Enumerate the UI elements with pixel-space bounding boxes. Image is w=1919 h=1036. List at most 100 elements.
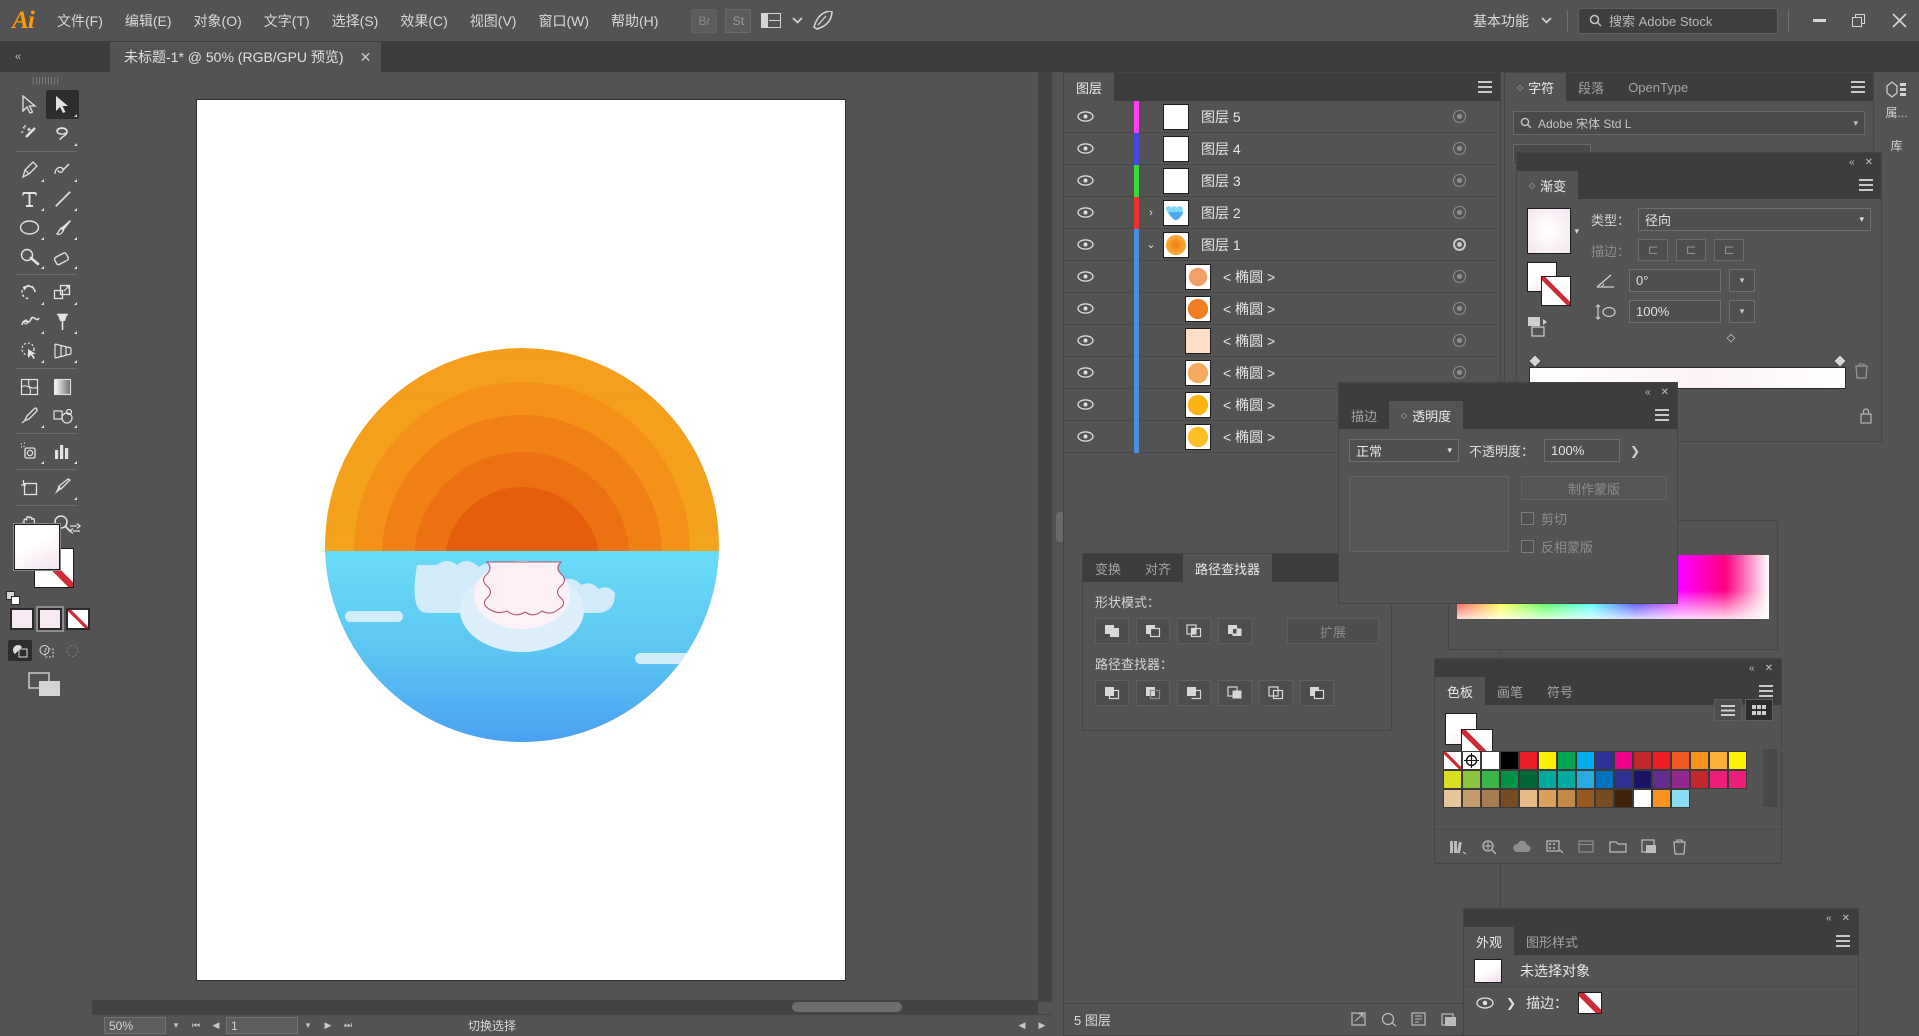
swatch-cell[interactable]: [1481, 751, 1500, 770]
appearance-close-icon[interactable]: ✕: [1842, 913, 1850, 924]
tab-layers[interactable]: 图层: [1064, 73, 1115, 101]
appearance-panel-menu-icon[interactable]: [1836, 935, 1850, 947]
adobe-stock-search[interactable]: 搜索 Adobe Stock: [1578, 7, 1778, 34]
swatch-cell[interactable]: [1652, 751, 1671, 770]
workspace-switcher[interactable]: 基本功能: [1463, 11, 1535, 31]
zoom-chevron-down-icon[interactable]: ▾: [166, 1017, 186, 1034]
layer-visibility-eye-icon[interactable]: [1064, 143, 1106, 154]
create-new-sublayer-icon[interactable]: [1406, 1007, 1432, 1033]
width-tool[interactable]: [13, 307, 46, 336]
layer-target-indicator[interactable]: [1453, 270, 1466, 283]
window-close-button[interactable]: [1879, 0, 1919, 42]
swatch-cell[interactable]: [1709, 751, 1728, 770]
swatches-close-icon[interactable]: ✕: [1765, 663, 1773, 674]
reverse-gradient-icon[interactable]: [1527, 316, 1579, 340]
workspace-chevron-down-icon[interactable]: [1537, 8, 1555, 34]
rotate-tool[interactable]: [13, 278, 46, 307]
shaper-tool[interactable]: [13, 242, 46, 271]
color-mode-gradient-button[interactable]: [38, 608, 62, 630]
last-artboard-button[interactable]: ⏭: [338, 1017, 358, 1034]
status-next-icon[interactable]: ▶: [1032, 1017, 1052, 1034]
layer-name[interactable]: < 椭圆 >: [1223, 331, 1275, 351]
gradient-tool[interactable]: [46, 372, 79, 401]
new-swatch-icon[interactable]: [1641, 839, 1658, 854]
delete-swatch-icon[interactable]: [1672, 838, 1687, 855]
curvature-tool[interactable]: [46, 155, 79, 184]
swatch-cell[interactable]: [1728, 770, 1747, 789]
crop-button[interactable]: [1218, 680, 1252, 706]
swatch-cell[interactable]: [1652, 770, 1671, 789]
stroke-gradient-within-button[interactable]: ⊏: [1638, 239, 1669, 261]
window-restore-button[interactable]: [1839, 0, 1879, 42]
trim-button[interactable]: [1136, 680, 1170, 706]
toolbar-grip[interactable]: |||||||||: [0, 72, 92, 88]
list-view-button[interactable]: [1714, 699, 1742, 721]
color-mode-none-button[interactable]: [66, 608, 90, 630]
gradient-preview-swatch[interactable]: [1527, 208, 1572, 254]
gradient-midpoint-marker[interactable]: ◇: [1591, 331, 1871, 344]
zoom-level-field[interactable]: 50%: [104, 1017, 166, 1034]
table-row[interactable]: 图层 3: [1064, 164, 1500, 197]
appearance-disclosure-icon[interactable]: ❯: [1506, 996, 1516, 1010]
layer-target-indicator[interactable]: [1453, 366, 1466, 379]
swatch-cell[interactable]: [1633, 751, 1652, 770]
selection-tool[interactable]: [13, 90, 46, 119]
layer-target-indicator[interactable]: [1453, 142, 1466, 155]
gradient-aspect-field[interactable]: 100%: [1629, 300, 1721, 323]
swatch-cell[interactable]: [1690, 770, 1709, 789]
symbol-sprayer-tool[interactable]: [13, 437, 46, 466]
rail-properties[interactable]: 属...: [1874, 72, 1919, 129]
delete-gradient-stop-icon[interactable]: [1854, 363, 1869, 379]
divide-button[interactable]: [1095, 680, 1129, 706]
opacity-expand-icon[interactable]: ❯: [1630, 444, 1640, 458]
ellipse-tool[interactable]: [13, 213, 46, 242]
transparency-close-icon[interactable]: ✕: [1661, 387, 1669, 398]
draw-normal-button[interactable]: [8, 640, 32, 661]
layer-name[interactable]: 图层 1: [1201, 235, 1241, 255]
canvas-scroll-thumb[interactable]: [792, 1002, 902, 1012]
swatch-cell[interactable]: [1462, 770, 1481, 789]
arrange-documents-icon[interactable]: [757, 8, 785, 34]
table-row[interactable]: › 图层 2: [1064, 196, 1500, 229]
layer-visibility-eye-icon[interactable]: [1064, 399, 1106, 410]
transparency-collapse-icon[interactable]: «: [1645, 387, 1651, 398]
gradient-aspect-chevron-down-icon[interactable]: ▾: [1729, 300, 1755, 323]
swatches-scrollbar[interactable]: [1763, 749, 1777, 807]
gradient-type-select[interactable]: 径向 ▾: [1638, 208, 1871, 231]
lasso-tool[interactable]: [46, 119, 79, 148]
tab-pathfinder[interactable]: 路径查找器: [1183, 554, 1273, 582]
minus-back-button[interactable]: [1300, 680, 1334, 706]
window-minimize-button[interactable]: [1799, 0, 1839, 42]
merge-button[interactable]: [1177, 680, 1211, 706]
color-group-icon[interactable]: [1481, 839, 1498, 855]
swatch-cell[interactable]: [1633, 789, 1652, 808]
menu-select[interactable]: 选择(S): [321, 0, 390, 42]
eraser-tool[interactable]: [46, 242, 79, 271]
table-row[interactable]: 图层 5: [1064, 100, 1500, 133]
invert-mask-checkbox[interactable]: [1521, 540, 1534, 553]
slice-tool[interactable]: [46, 473, 79, 502]
swatch-cell[interactable]: [1557, 770, 1576, 789]
direct-selection-tool[interactable]: [46, 90, 79, 119]
transparency-panel-menu-icon[interactable]: [1655, 409, 1669, 421]
swatch-cell[interactable]: [1557, 751, 1576, 770]
swatch-cell[interactable]: [1595, 789, 1614, 808]
gradient-collapse-icon[interactable]: «: [1849, 157, 1855, 168]
libraries-cloud-icon[interactable]: [1512, 840, 1532, 854]
swatch-cell[interactable]: [1481, 770, 1500, 789]
layer-disclosure-icon[interactable]: ⌄: [1139, 238, 1163, 251]
layer-target-indicator[interactable]: [1453, 302, 1466, 315]
layer-visibility-eye-icon[interactable]: [1064, 431, 1106, 442]
make-clipping-mask-icon[interactable]: [1376, 1007, 1402, 1033]
swatches-grid[interactable]: [1443, 751, 1747, 808]
layer-name[interactable]: < 椭圆 >: [1223, 267, 1275, 287]
layer-name[interactable]: < 椭圆 >: [1223, 299, 1275, 319]
default-fill-stroke-icon[interactable]: [6, 591, 21, 606]
sunset-artwork[interactable]: [287, 310, 757, 780]
fill-swatch[interactable]: [14, 524, 60, 570]
stroke-gradient-along-button[interactable]: ⊏: [1676, 239, 1707, 261]
swatch-cell[interactable]: [1519, 770, 1538, 789]
layer-visibility-eye-icon[interactable]: [1064, 335, 1106, 346]
magic-wand-tool[interactable]: [13, 119, 46, 148]
intersect-button[interactable]: [1177, 618, 1211, 644]
